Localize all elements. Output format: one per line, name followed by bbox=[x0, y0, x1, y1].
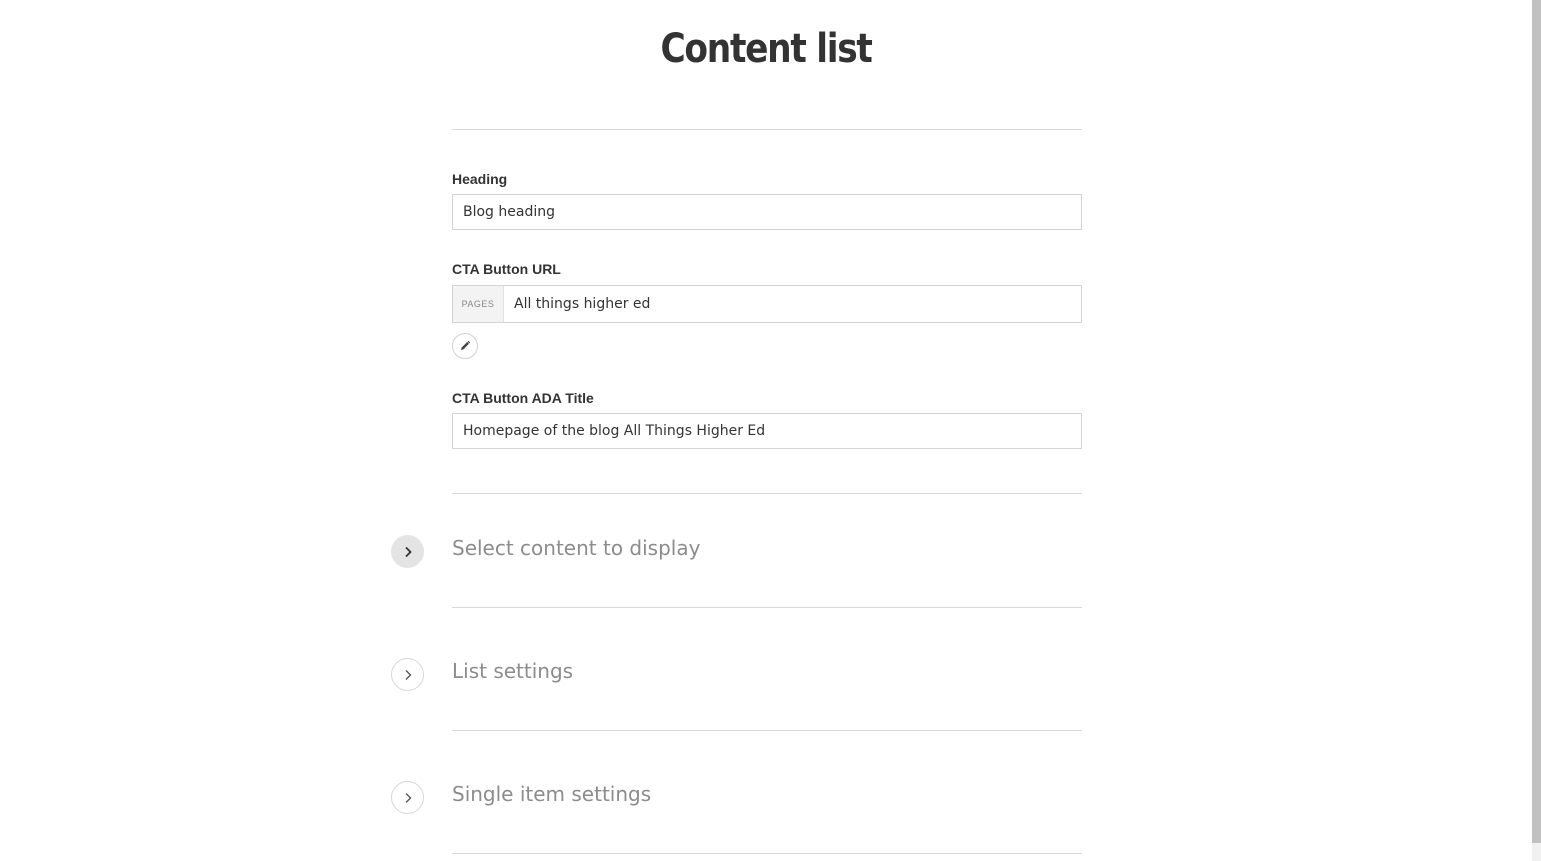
pencil-icon bbox=[461, 340, 471, 350]
section-title-select-content[interactable]: Select content to display bbox=[452, 536, 700, 560]
toggle-select-content-button[interactable] bbox=[391, 535, 424, 568]
heading-label: Heading bbox=[452, 171, 508, 187]
page-title: Content list bbox=[660, 26, 872, 72]
scrollbar-thumb[interactable] bbox=[1532, 0, 1541, 843]
section-divider-1 bbox=[452, 607, 1082, 608]
cta-ada-title-input[interactable] bbox=[452, 413, 1082, 449]
toggle-list-settings-button[interactable] bbox=[391, 658, 424, 691]
fields-divider bbox=[452, 493, 1082, 494]
chevron-right-icon bbox=[405, 792, 411, 803]
content-list-editor: Content list Heading CTA Button URL PAGE… bbox=[0, 0, 1541, 861]
link-type-prefix: PAGES bbox=[453, 286, 504, 322]
cta-url-value[interactable]: All things higher ed bbox=[504, 286, 1081, 322]
chevron-right-icon bbox=[404, 546, 412, 557]
toggle-single-item-settings-button[interactable] bbox=[391, 781, 424, 814]
cta-ada-title-label: CTA Button ADA Title bbox=[452, 390, 594, 406]
section-title-single-item-settings[interactable]: Single item settings bbox=[452, 782, 651, 806]
heading-input[interactable] bbox=[452, 194, 1082, 230]
chevron-right-icon bbox=[405, 669, 411, 680]
title-divider bbox=[452, 129, 1082, 130]
cta-url-label: CTA Button URL bbox=[452, 261, 561, 277]
edit-link-button[interactable] bbox=[452, 333, 478, 359]
section-divider-3 bbox=[452, 853, 1082, 854]
section-title-list-settings[interactable]: List settings bbox=[452, 659, 573, 683]
cta-url-field[interactable]: PAGES All things higher ed bbox=[452, 285, 1082, 323]
section-divider-2 bbox=[452, 730, 1082, 731]
